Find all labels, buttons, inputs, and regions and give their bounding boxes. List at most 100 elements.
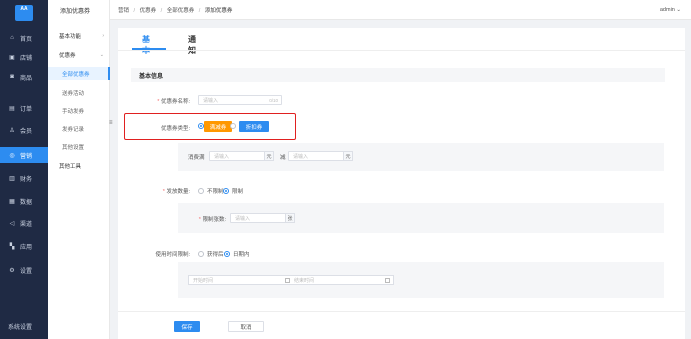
spend-amount-placeholder: 请输入 [214,153,230,160]
subnav-item-4[interactable]: 手动发券 [48,104,110,117]
spend-unit-addon: 元 [264,151,274,161]
footer-divider [118,311,685,312]
sidebar-item-label: 设置 [20,268,33,275]
radio-dot [224,251,230,257]
user-menu[interactable]: admin ⌄ [660,7,681,13]
finance-icon: ▥ [9,175,15,182]
breadcrumb-item-current: 添加优惠券 [204,7,233,14]
subnav-item-label: 其他设置 [62,144,85,151]
sidebar-item-data[interactable]: ▦ 数据 [0,193,48,209]
sidebar-item-marketing[interactable]: ◎ 营销 [0,147,48,163]
subnav-item-label: 优惠券 [59,52,76,59]
section-title: 基本信息 [131,68,665,82]
sidebar-item-label: 数据 [20,199,33,206]
subnav-item-6[interactable]: 其他设置 [48,140,110,153]
sidebar-item-goods[interactable]: ◙ 商品 [0,69,48,85]
sidebar-item-label: 应用 [20,244,33,251]
home-icon: ⌂ [10,35,14,41]
content-card: 基本 通知 基本信息 * 优惠券名称: 请输入 0/10 优惠券类型: 满减券 … [118,28,685,339]
radio-dot [223,188,229,194]
sidebar-item-finance[interactable]: ▥ 财务 [0,170,48,186]
sidebar-item-label: 会员 [20,128,33,135]
brand-logo[interactable]: AA [15,5,33,21]
subnav-item-label: 其他工具 [59,163,82,170]
subnav-item-7[interactable]: 其他工具 [48,159,110,172]
subnav-item-1[interactable]: 优惠券 ⌄ [48,48,110,61]
sidebar-item-home[interactable]: ⌂ 首页 [0,30,48,46]
end-date-input[interactable]: 结束时间 [290,275,394,285]
sidebar-item-label: 营销 [20,153,33,160]
subnav-title: 添加优惠券 [60,9,91,15]
top-header: 营销 / 优惠券 / 全部优惠券 / 添加优惠券 admin ⌄ [110,0,691,20]
spend-label: 消费满 [188,155,205,161]
subnav-item-label: 基本功能 [59,33,82,40]
breadcrumb-item-marketing[interactable]: 营销 [118,8,129,14]
limit-count-placeholder: 请输入 [235,215,251,222]
tab-notification[interactable]: 通知 [188,34,196,56]
spend-amount-input[interactable]: 请输入 [209,151,265,161]
sidebar-item-settings[interactable]: ⚙ 设置 [0,262,48,278]
breadcrumb-item-all-coupons[interactable]: 全部优惠券 [167,8,195,14]
sidebar-item-label: 首页 [20,36,33,43]
order-icon: ▤ [9,105,15,112]
settings-icon: ⚙ [9,267,15,274]
subnav-item-label: 全部优惠券 [62,71,90,78]
sidebar-item-member[interactable]: ♙ 会员 [0,122,48,138]
coupon-name-input[interactable]: 请输入 0/10 [198,95,282,105]
quantity-limited-radio[interactable]: 限制 [223,187,243,195]
save-button[interactable]: 保存 [174,321,200,332]
subnav-item-0[interactable]: 基本功能 › [48,29,110,42]
radio-dot [198,188,204,194]
quantity-unlimited-radio[interactable]: 不限制 [198,187,224,195]
radio-dot [198,251,204,257]
subnav-item-5[interactable]: 发券记录 [48,122,110,135]
marketing-icon: ◎ [9,152,15,159]
subnav-item-3[interactable]: 送券活动 [48,86,110,99]
member-icon: ♙ [9,127,15,134]
tab-basic[interactable]: 基本 [142,34,150,56]
apps-icon: ▚ [9,243,15,250]
sidebar-item-label: 渠道 [20,221,33,228]
limit-unit-addon: 张 [285,213,295,223]
end-date-placeholder: 结束时间 [294,277,315,284]
coupon-name-placeholder: 请输入 [203,97,219,104]
sidebar-item-apps[interactable]: ▚ 应用 [0,238,48,254]
usage-time-label: 使用时间限制: [155,252,190,258]
limit-count-input[interactable]: 请输入 [230,213,286,223]
sidebar-item-label: 订单 [20,106,33,113]
chevron-icon: ⌄ [99,51,104,58]
cancel-button[interactable]: 取消 [228,321,264,332]
start-date-placeholder: 开始时间 [193,277,214,284]
time-date-range-radio[interactable]: 日期内 [224,250,250,258]
sidebar-item-label: 店铺 [20,55,33,62]
sidebar-item-label: 商品 [20,75,33,82]
collapse-sidebar-icon[interactable]: ≡ [109,120,113,126]
breadcrumb-separator: / [133,7,136,14]
system-settings-link[interactable]: 系统设置 [8,322,32,331]
subnav-item-2[interactable]: 全部优惠券 [48,67,110,80]
sidebar-item-store[interactable]: ▣ 店铺 [0,49,48,65]
sidebar-item-channel[interactable]: ◁ 渠道 [0,215,48,231]
discount-amount-input[interactable]: 请输入 [288,151,344,161]
sidebar-item-order[interactable]: ▤ 订单 [0,100,48,116]
subnav-item-label: 发券记录 [62,126,85,133]
breadcrumb-separator: / [160,7,163,14]
time-after-obtain-radio[interactable]: 获得后 [198,250,224,258]
main-sidebar: AA ⌂ 首页 ▣ 店铺 ◙ 商品 ▤ 订单 ♙ 会员 ◎ 营销 ▥ 财务 ▦ 数据 ◁ 渠道 ▚ 应用 ⚙ 设置 系统设… [0,0,48,339]
channel-icon: ◁ [9,220,15,227]
goods-icon: ◙ [10,74,14,80]
store-icon: ▣ [9,54,15,61]
subnav-item-label: 手动发券 [62,108,85,115]
quantity-label: * 发放数量: [162,189,190,195]
breadcrumb: 营销 / 优惠券 / 全部优惠券 / 添加优惠券 [118,6,235,14]
breadcrumb-item-coupons[interactable]: 优惠券 [140,8,157,14]
discount-amount-placeholder: 请输入 [293,153,309,160]
discount-unit-addon: 元 [343,151,353,161]
limit-count-label: * 限制张数: [198,217,226,223]
tabs-divider [118,50,685,51]
minus-label: 减 [280,155,286,161]
start-date-input[interactable]: 开始时间 [188,275,294,285]
subnav-item-label: 送券活动 [62,90,85,97]
data-icon: ▦ [9,198,15,205]
calendar-icon [385,278,390,283]
